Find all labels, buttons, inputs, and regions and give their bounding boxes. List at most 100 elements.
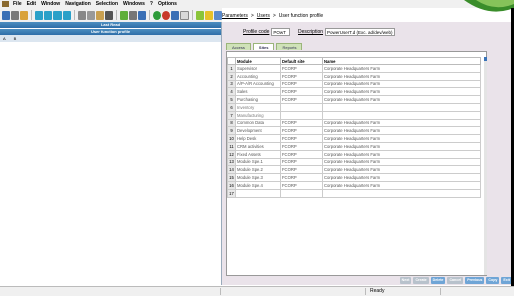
calendar-icon[interactable]: [180, 10, 189, 20]
table-row[interactable]: 2 Accounting FCORP Corporate Headquarters F…: [227, 71, 481, 81]
status-divider: [220, 288, 221, 295]
toolbar-separator: [149, 10, 151, 20]
table-row[interactable]: 11 CRM activities FCORP Corporate Headquart…: [227, 141, 481, 151]
refresh-icon[interactable]: [171, 10, 180, 20]
breadcrumb-parameters[interactable]: Parameters: [222, 13, 248, 19]
create-button[interactable]: Create: [413, 276, 429, 284]
menu-selection[interactable]: Selection: [96, 1, 118, 7]
menu-navigation[interactable]: Navigation: [65, 1, 91, 7]
print-icon[interactable]: [11, 10, 20, 20]
stop-icon[interactable]: [162, 10, 171, 20]
menu-window[interactable]: Window: [41, 1, 60, 7]
default-site-cell[interactable]: FCORP: [280, 79, 323, 89]
table-row[interactable]: 9 Development FCORP Corporate Headquarters …: [227, 126, 481, 136]
menu-options[interactable]: Options: [158, 1, 177, 7]
vertical-scrollbar[interactable]: [484, 57, 487, 275]
breadcrumb-current: User function profile: [278, 12, 324, 19]
module-header[interactable]: Module: [235, 57, 281, 65]
row-number-cell: 9: [227, 126, 236, 136]
site-name-cell: Corporate Headquarters Farm: [322, 118, 481, 128]
previous-button[interactable]: Previous: [465, 276, 485, 284]
default-site-cell[interactable]: FCORP: [280, 118, 323, 128]
favorites-icon[interactable]: [195, 10, 204, 20]
delete-button[interactable]: Delete: [430, 276, 446, 284]
site-name-cell: Corporate Headquarters Farm: [322, 141, 481, 151]
save-icon[interactable]: [2, 10, 11, 20]
mail-icon[interactable]: [20, 10, 29, 20]
cancel-button[interactable]: Cancel: [447, 276, 464, 284]
description-field[interactable]: PowerUserT.d (Exc. ad/dev/web): [325, 28, 396, 36]
copy-icon[interactable]: [86, 10, 95, 20]
attachment-icon[interactable]: [129, 10, 138, 20]
next-record-icon[interactable]: [53, 10, 62, 20]
undo-icon[interactable]: [104, 10, 114, 20]
scroll-up-arrow-icon[interactable]: [484, 57, 487, 61]
module-cell: Module Spe.2: [235, 165, 281, 175]
module-cell: Development: [235, 126, 281, 136]
table-row[interactable]: 12 Fixed Assets FCORP Corporate Headquarter…: [227, 149, 481, 159]
link-icon[interactable]: [119, 10, 129, 20]
table-row[interactable]: 13 Module Spe.1 FCORP Corporate Headquarter…: [227, 157, 481, 167]
table-row[interactable]: 10 Help Desk FCORP Corporate Headquarters F…: [227, 134, 481, 143]
breadcrumb-users[interactable]: Users: [257, 13, 270, 19]
zoom-icon[interactable]: [138, 10, 147, 20]
default-site-cell[interactable]: FCORP: [280, 64, 323, 73]
default-site-cell[interactable]: FCORP: [280, 87, 323, 97]
default-site-cell[interactable]: FCORP: [280, 149, 323, 159]
breadcrumb: Parameters > Users > User function profi…: [222, 11, 323, 20]
name-header[interactable]: Name: [322, 57, 481, 65]
column-a-header[interactable]: A: [3, 36, 6, 41]
menu-windows[interactable]: Windows: [123, 1, 145, 7]
table-row[interactable]: 17: [227, 188, 481, 198]
table-row[interactable]: 5 Purchasing FCORP Corporate Headquarters F…: [227, 95, 481, 104]
table-row[interactable]: 1 Supervisor FCORP Corporate Headquarters F…: [227, 64, 481, 73]
column-b-header[interactable]: B: [14, 36, 17, 41]
default-site-cell[interactable]: [280, 102, 323, 112]
table-row[interactable]: 4 Sales FCORP Corporate Headquarters Farm: [227, 87, 481, 97]
tab-access[interactable]: Access: [226, 43, 251, 50]
menu-help[interactable]: ?: [150, 1, 153, 7]
site-name-cell: Corporate Headquarters Farm: [322, 149, 481, 159]
default-site-cell[interactable]: FCORP: [280, 126, 323, 136]
paste-icon[interactable]: [95, 10, 104, 20]
first-record-icon[interactable]: [35, 10, 44, 20]
previous-record-icon[interactable]: [44, 10, 53, 20]
module-cell: Common Data: [235, 118, 281, 128]
default-site-cell[interactable]: FCORP: [280, 71, 323, 81]
default-site-cell[interactable]: FCORP: [280, 165, 323, 175]
cut-icon[interactable]: [77, 10, 86, 20]
table-row[interactable]: 3 A/P-A/R Accounting FCORP Corporate Headqu…: [227, 79, 481, 89]
profile-code-field[interactable]: POwT: [271, 28, 291, 36]
tab-reports[interactable]: Reports: [276, 43, 303, 50]
table-row[interactable]: 8 Common Data FCORP Corporate Headquarters …: [227, 118, 481, 128]
default-site-cell[interactable]: FCORP: [280, 134, 323, 143]
default-site-cell[interactable]: [280, 110, 323, 120]
tools-icon[interactable]: [213, 10, 223, 20]
module-cell: Purchasing: [235, 95, 281, 104]
last-record-icon[interactable]: [62, 10, 71, 20]
table-row[interactable]: 16 Module Spe.4 FCORP Corporate Headquarter…: [227, 180, 481, 190]
table-row[interactable]: 7 Manufacturing: [227, 110, 481, 120]
default-site-cell[interactable]: FCORP: [280, 141, 323, 151]
default-site-cell[interactable]: FCORP: [280, 173, 323, 182]
default-site-cell[interactable]: [280, 188, 323, 198]
left-panel: Last Read User function profile A B: [0, 22, 222, 285]
default-site-cell[interactable]: FCORP: [280, 95, 323, 104]
row-number-cell: 12: [227, 149, 236, 159]
tab-sites[interactable]: Sites: [252, 43, 275, 50]
copy-button[interactable]: Copy: [486, 276, 500, 284]
menu-file[interactable]: File: [13, 1, 22, 7]
site-name-cell: Corporate Headquarters Farm: [322, 64, 481, 73]
last-read-header[interactable]: Last Read: [0, 22, 221, 28]
table-row[interactable]: 14 Module Spe.2 FCORP Corporate Headquarter…: [227, 165, 481, 175]
table-row[interactable]: 15 Module Spe.3 FCORP Corporate Headquarter…: [227, 173, 481, 182]
default-site-cell[interactable]: FCORP: [280, 157, 323, 167]
default-site-cell[interactable]: FCORP: [280, 180, 323, 190]
default-site-header[interactable]: Default site: [280, 57, 323, 65]
menu-edit[interactable]: Edit: [27, 1, 36, 7]
table-row[interactable]: 6 Inventory: [227, 102, 481, 112]
go-icon[interactable]: [153, 10, 162, 20]
next-button[interactable]: Next: [399, 276, 412, 284]
row-number-cell: 4: [227, 87, 236, 97]
star-icon[interactable]: [204, 10, 213, 20]
